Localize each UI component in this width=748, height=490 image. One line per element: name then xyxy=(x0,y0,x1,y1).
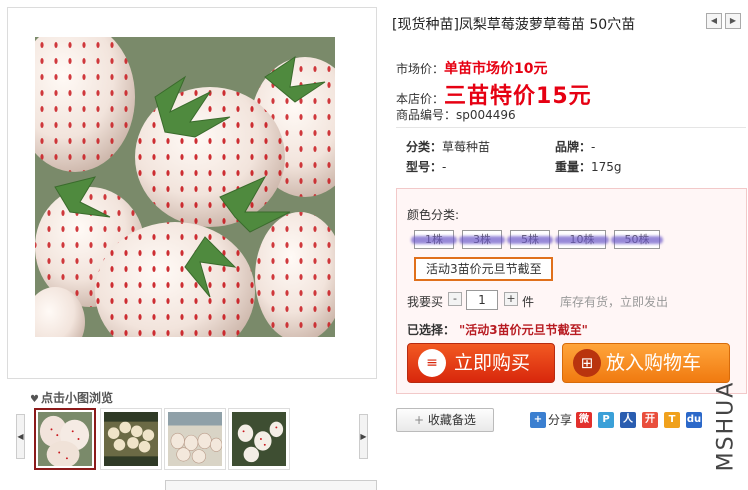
favorite-button[interactable]: + 收藏备选 xyxy=(396,408,494,432)
next-product-icon[interactable]: ▶ xyxy=(725,13,741,29)
market-price-value: 单苗市场价10元 xyxy=(444,61,548,77)
attr-weight: 重量：175g xyxy=(555,158,622,175)
thumbnail-hint-text: 点击小图浏览 xyxy=(40,391,113,405)
attr-model-label: 型号： xyxy=(406,160,443,174)
tianya-icon[interactable]: T xyxy=(664,412,680,428)
attr-model-value: - xyxy=(442,160,447,174)
attr-brand-value: - xyxy=(591,140,596,154)
thumbnail-3[interactable] xyxy=(164,408,226,470)
thumbnail-strip: ◀ ▶ xyxy=(16,408,368,470)
thumbnail-2[interactable] xyxy=(100,408,162,470)
color-label: 颜色分类: xyxy=(407,208,460,222)
selected-label: 已选择： xyxy=(407,323,456,337)
attr-brand-label: 品牌： xyxy=(555,140,592,154)
share-label[interactable]: 分享 xyxy=(548,411,572,428)
option-4[interactable]: 10株 xyxy=(555,230,609,249)
weibo-icon[interactable]: 微 xyxy=(576,412,592,428)
sku-value: sp004496 xyxy=(456,108,516,122)
qty-label: 我要买 xyxy=(407,295,444,309)
divider xyxy=(396,127,746,128)
qty-minus-button[interactable]: - xyxy=(448,292,462,306)
add-to-cart-button[interactable]: ⊞ 放入购物车 xyxy=(562,343,730,383)
product-main-image[interactable] xyxy=(35,37,335,337)
plus-icon: + xyxy=(414,413,428,427)
qty-plus-button[interactable]: + xyxy=(504,292,518,306)
buy-now-button[interactable]: ≡ 立即购买 xyxy=(407,343,555,383)
product-title: [现货种苗]凤梨草莓菠萝草莓苗 50穴苗 xyxy=(392,17,636,33)
thumbnail-1[interactable] xyxy=(34,408,96,470)
option-2[interactable]: 3株 xyxy=(459,230,505,249)
attr-model: 型号：- xyxy=(406,158,446,175)
bottom-toolbar-stub xyxy=(165,480,377,490)
watermark-text: MSHUA xyxy=(713,380,739,472)
option-1[interactable]: 1株 xyxy=(411,230,457,249)
share-plus-icon[interactable]: + xyxy=(530,412,546,428)
attr-category-value: 草莓种苗 xyxy=(442,140,491,154)
option-5[interactable]: 50株 xyxy=(611,230,663,249)
qty-unit: 件 xyxy=(522,295,535,309)
qty-input[interactable]: 1 xyxy=(466,290,498,310)
baidu-icon[interactable]: du xyxy=(686,412,702,428)
favorite-label: 收藏备选 xyxy=(427,413,476,427)
cart-icon: ⊞ xyxy=(573,349,601,377)
attr-category: 分类：草莓种苗 xyxy=(406,138,490,155)
option-3[interactable]: 5株 xyxy=(507,230,553,249)
attr-weight-label: 重量： xyxy=(555,160,592,174)
add-to-cart-label: 放入购物车 xyxy=(605,352,701,374)
selected-value: "活动3苗价元旦节截至" xyxy=(459,323,588,337)
prev-product-icon[interactable]: ◀ xyxy=(706,13,722,29)
sku-row: 商品编号：sp004496 xyxy=(396,106,516,123)
thumb-next-arrow-icon[interactable]: ▶ xyxy=(359,414,368,459)
market-price-row: 市场价：单苗市场价10元 xyxy=(396,58,548,78)
renren-icon[interactable]: 人 xyxy=(620,412,636,428)
thumb-prev-arrow-icon[interactable]: ◀ xyxy=(16,414,25,459)
sku-label: 商品编号： xyxy=(396,108,457,122)
attr-brand: 品牌：- xyxy=(555,138,595,155)
buy-now-icon: ≡ xyxy=(418,349,446,377)
attr-weight-value: 175g xyxy=(591,160,622,174)
thumbnail-hint: ♥ 点击小图浏览 xyxy=(30,389,113,406)
promo-option[interactable]: 活动3苗价元旦节截至 xyxy=(414,257,553,281)
attr-category-label: 分类： xyxy=(406,140,443,154)
thumbnail-4[interactable] xyxy=(228,408,290,470)
watermark: MSHUA xyxy=(712,376,740,476)
kaixin-icon[interactable]: 开 xyxy=(642,412,658,428)
pin-icon: ♥ xyxy=(30,394,39,405)
qzone-icon[interactable]: P xyxy=(598,412,614,428)
market-price-label: 市场价： xyxy=(396,62,445,76)
stock-status: 库存有货，立即发出 xyxy=(560,295,669,309)
buy-now-label: 立即购买 xyxy=(453,352,530,374)
store-price-label: 本店价： xyxy=(396,92,445,106)
